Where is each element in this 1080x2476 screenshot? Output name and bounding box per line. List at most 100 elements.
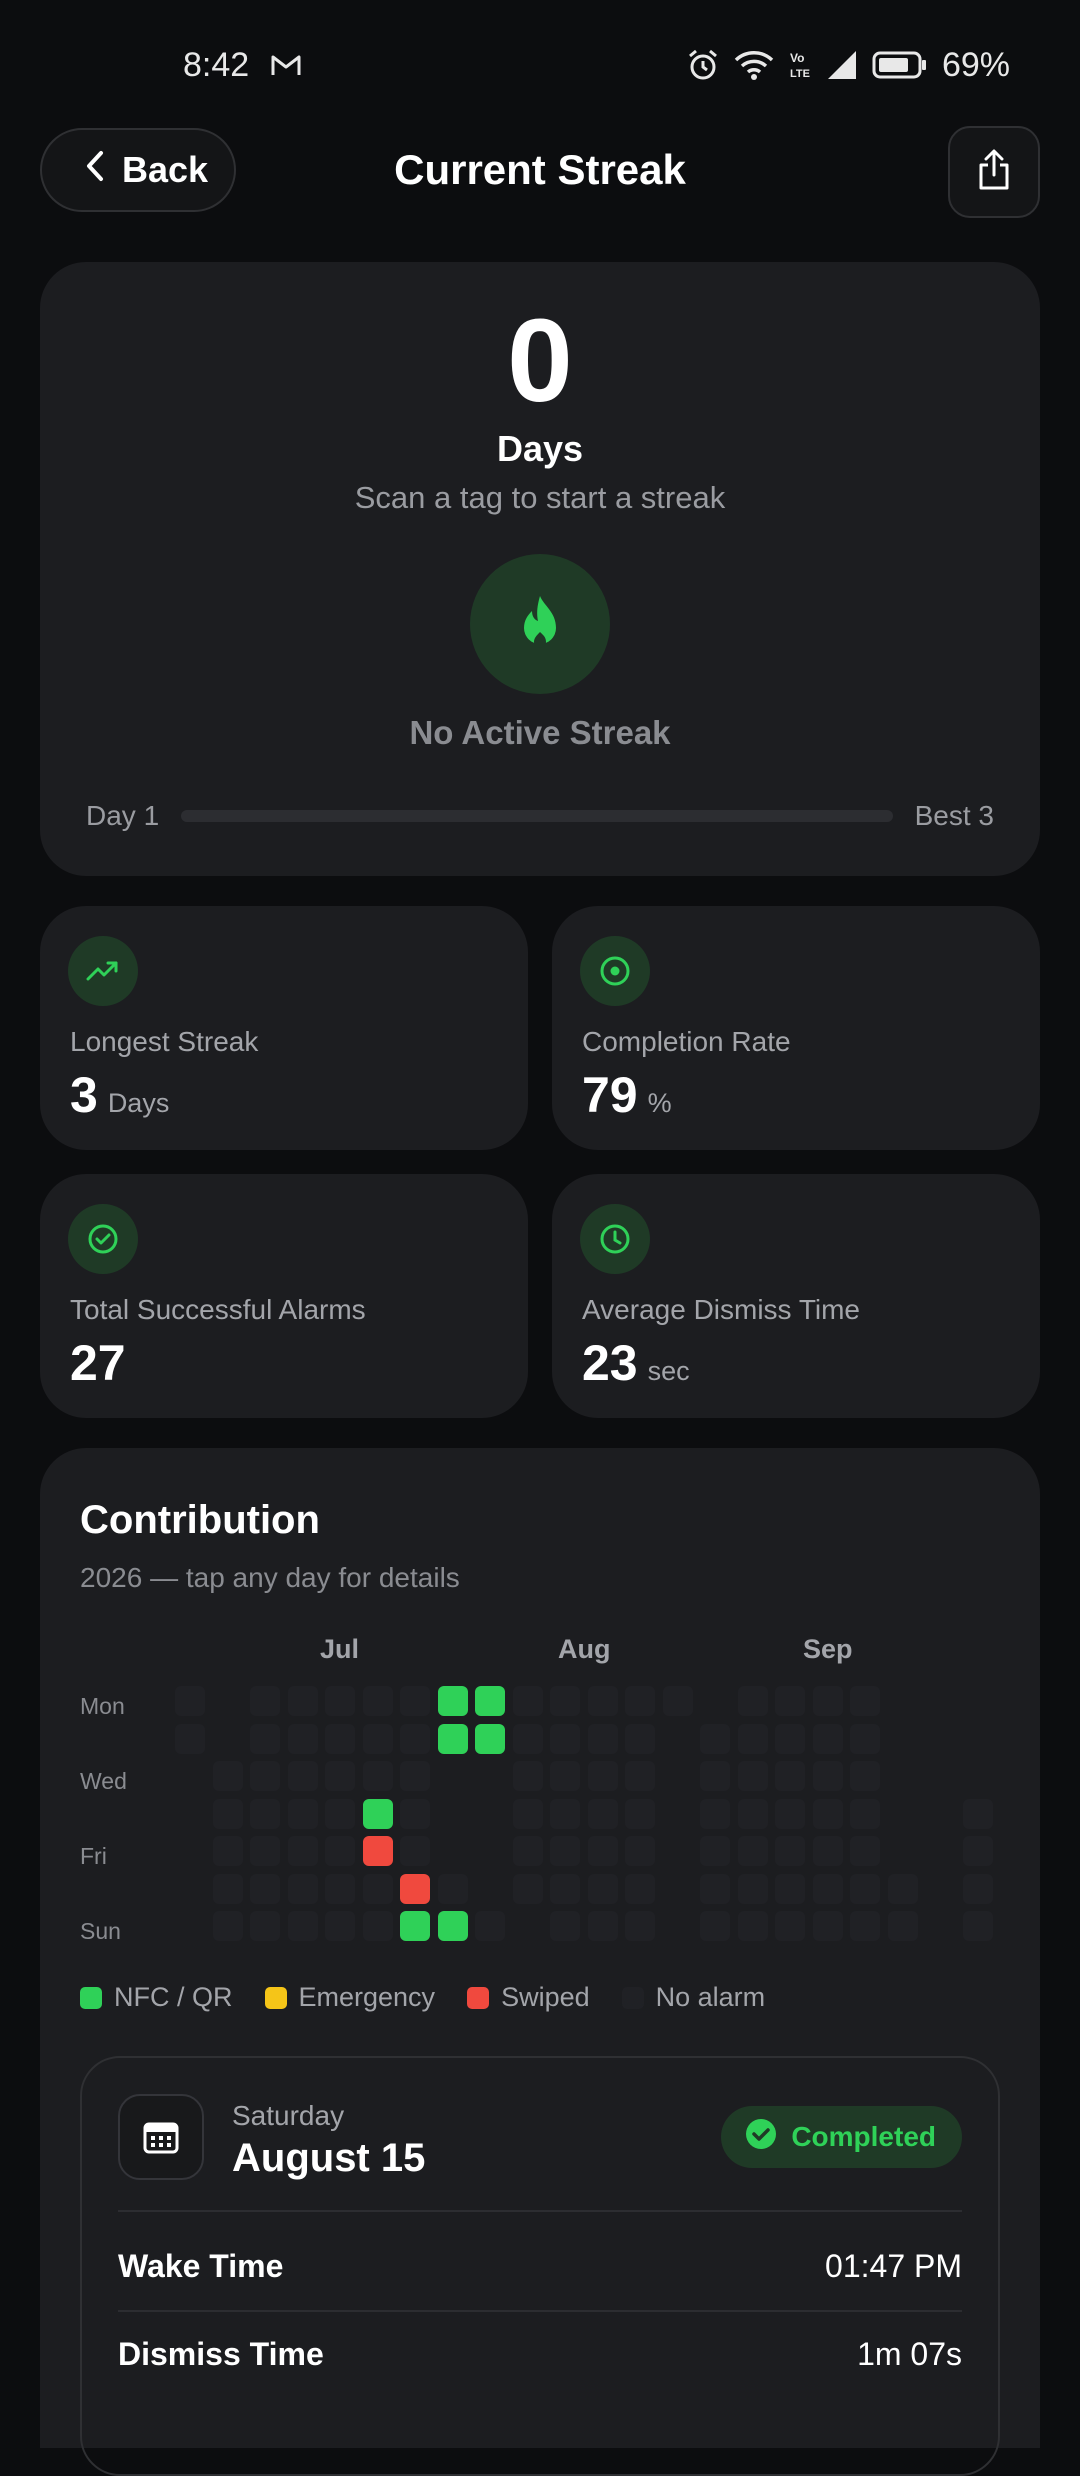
contribution-day-cell[interactable] [212, 1836, 243, 1866]
contribution-day-cell[interactable] [325, 1911, 355, 1941]
contribution-day-cell[interactable] [625, 1798, 655, 1829]
contribution-day-cell[interactable] [700, 1836, 730, 1866]
contribution-day-cell[interactable] [250, 1798, 280, 1829]
contribution-day-cell[interactable] [587, 1686, 618, 1716]
contribution-day-cell[interactable] [737, 1911, 768, 1941]
contribution-day-cell[interactable] [550, 1836, 580, 1866]
contribution-day-cell[interactable] [325, 1798, 355, 1829]
contribution-day-cell[interactable] [400, 1686, 430, 1716]
contribution-day-cell[interactable] [812, 1761, 843, 1791]
contribution-day-cell[interactable] [400, 1761, 430, 1791]
contribution-day-cell[interactable] [737, 1686, 768, 1716]
contribution-day-cell[interactable] [250, 1723, 280, 1754]
contribution-day-cell[interactable] [362, 1836, 393, 1866]
contribution-day-cell[interactable] [362, 1873, 393, 1904]
contribution-day-cell[interactable] [362, 1723, 393, 1754]
contribution-day-cell[interactable] [812, 1911, 843, 1941]
contribution-day-cell[interactable] [512, 1761, 543, 1791]
contribution-day-cell[interactable] [587, 1836, 618, 1866]
contribution-day-cell[interactable] [700, 1873, 730, 1904]
contribution-day-cell[interactable] [700, 1911, 730, 1941]
contribution-day-cell[interactable] [700, 1761, 730, 1791]
contribution-day-cell[interactable] [175, 1686, 205, 1716]
contribution-day-cell[interactable] [362, 1686, 393, 1716]
contribution-day-cell[interactable] [550, 1873, 580, 1904]
contribution-day-cell[interactable] [700, 1798, 730, 1829]
contribution-day-cell[interactable] [400, 1836, 430, 1866]
contribution-day-cell[interactable] [775, 1798, 805, 1829]
contribution-day-cell[interactable] [962, 1873, 993, 1904]
contribution-day-cell[interactable] [550, 1761, 580, 1791]
contribution-day-cell[interactable] [287, 1836, 318, 1866]
contribution-day-cell[interactable] [662, 1686, 693, 1716]
contribution-day-cell[interactable] [287, 1686, 318, 1716]
contribution-day-cell[interactable] [325, 1723, 355, 1754]
contribution-day-cell[interactable] [550, 1911, 580, 1941]
contribution-day-cell[interactable] [287, 1911, 318, 1941]
contribution-day-cell[interactable] [475, 1723, 505, 1754]
contribution-day-cell[interactable] [250, 1911, 280, 1941]
contribution-day-cell[interactable] [287, 1873, 318, 1904]
contribution-day-cell[interactable] [737, 1798, 768, 1829]
contribution-day-cell[interactable] [475, 1686, 505, 1716]
contribution-day-cell[interactable] [587, 1873, 618, 1904]
contribution-day-cell[interactable] [625, 1911, 655, 1941]
contribution-day-cell[interactable] [587, 1761, 618, 1791]
contribution-day-cell[interactable] [362, 1798, 393, 1829]
contribution-day-cell[interactable] [587, 1798, 618, 1829]
contribution-day-cell[interactable] [400, 1798, 430, 1829]
contribution-day-cell[interactable] [437, 1911, 468, 1941]
contribution-day-cell[interactable] [887, 1873, 918, 1904]
contribution-day-cell[interactable] [962, 1911, 993, 1941]
contribution-day-cell[interactable] [250, 1836, 280, 1866]
contribution-day-cell[interactable] [587, 1723, 618, 1754]
contribution-day-cell[interactable] [812, 1798, 843, 1829]
contribution-day-cell[interactable] [400, 1911, 430, 1941]
contribution-day-cell[interactable] [850, 1686, 880, 1716]
contribution-day-cell[interactable] [812, 1686, 843, 1716]
contribution-day-cell[interactable] [550, 1723, 580, 1754]
contribution-day-cell[interactable] [250, 1686, 280, 1716]
contribution-day-cell[interactable] [850, 1873, 880, 1904]
contribution-day-cell[interactable] [287, 1798, 318, 1829]
contribution-day-cell[interactable] [850, 1761, 880, 1791]
contribution-day-cell[interactable] [737, 1761, 768, 1791]
contribution-day-cell[interactable] [625, 1836, 655, 1866]
contribution-day-cell[interactable] [775, 1873, 805, 1904]
contribution-day-cell[interactable] [437, 1723, 468, 1754]
contribution-day-cell[interactable] [287, 1723, 318, 1754]
contribution-day-cell[interactable] [212, 1798, 243, 1829]
contribution-day-cell[interactable] [962, 1836, 993, 1866]
contribution-day-cell[interactable] [850, 1836, 880, 1866]
contribution-day-cell[interactable] [400, 1873, 430, 1904]
contribution-day-cell[interactable] [437, 1873, 468, 1904]
contribution-day-cell[interactable] [962, 1798, 993, 1829]
contribution-day-cell[interactable] [325, 1836, 355, 1866]
contribution-day-cell[interactable] [812, 1723, 843, 1754]
contribution-day-cell[interactable] [737, 1836, 768, 1866]
contribution-day-cell[interactable] [550, 1686, 580, 1716]
contribution-day-cell[interactable] [775, 1836, 805, 1866]
contribution-day-cell[interactable] [325, 1873, 355, 1904]
contribution-day-cell[interactable] [812, 1836, 843, 1866]
contribution-day-cell[interactable] [625, 1723, 655, 1754]
contribution-day-cell[interactable] [550, 1798, 580, 1829]
contribution-day-cell[interactable] [512, 1873, 543, 1904]
contribution-day-cell[interactable] [850, 1798, 880, 1829]
contribution-day-cell[interactable] [325, 1761, 355, 1791]
contribution-day-cell[interactable] [775, 1686, 805, 1716]
contribution-day-cell[interactable] [625, 1686, 655, 1716]
contribution-day-cell[interactable] [887, 1911, 918, 1941]
contribution-day-cell[interactable] [775, 1761, 805, 1791]
contribution-day-cell[interactable] [325, 1686, 355, 1716]
contribution-day-cell[interactable] [287, 1761, 318, 1791]
contribution-day-cell[interactable] [362, 1761, 393, 1791]
contribution-day-cell[interactable] [850, 1911, 880, 1941]
contribution-day-cell[interactable] [625, 1873, 655, 1904]
contribution-day-cell[interactable] [737, 1723, 768, 1754]
contribution-day-cell[interactable] [587, 1911, 618, 1941]
contribution-day-cell[interactable] [437, 1686, 468, 1716]
contribution-day-cell[interactable] [775, 1911, 805, 1941]
contribution-day-cell[interactable] [625, 1761, 655, 1791]
contribution-day-cell[interactable] [212, 1761, 243, 1791]
